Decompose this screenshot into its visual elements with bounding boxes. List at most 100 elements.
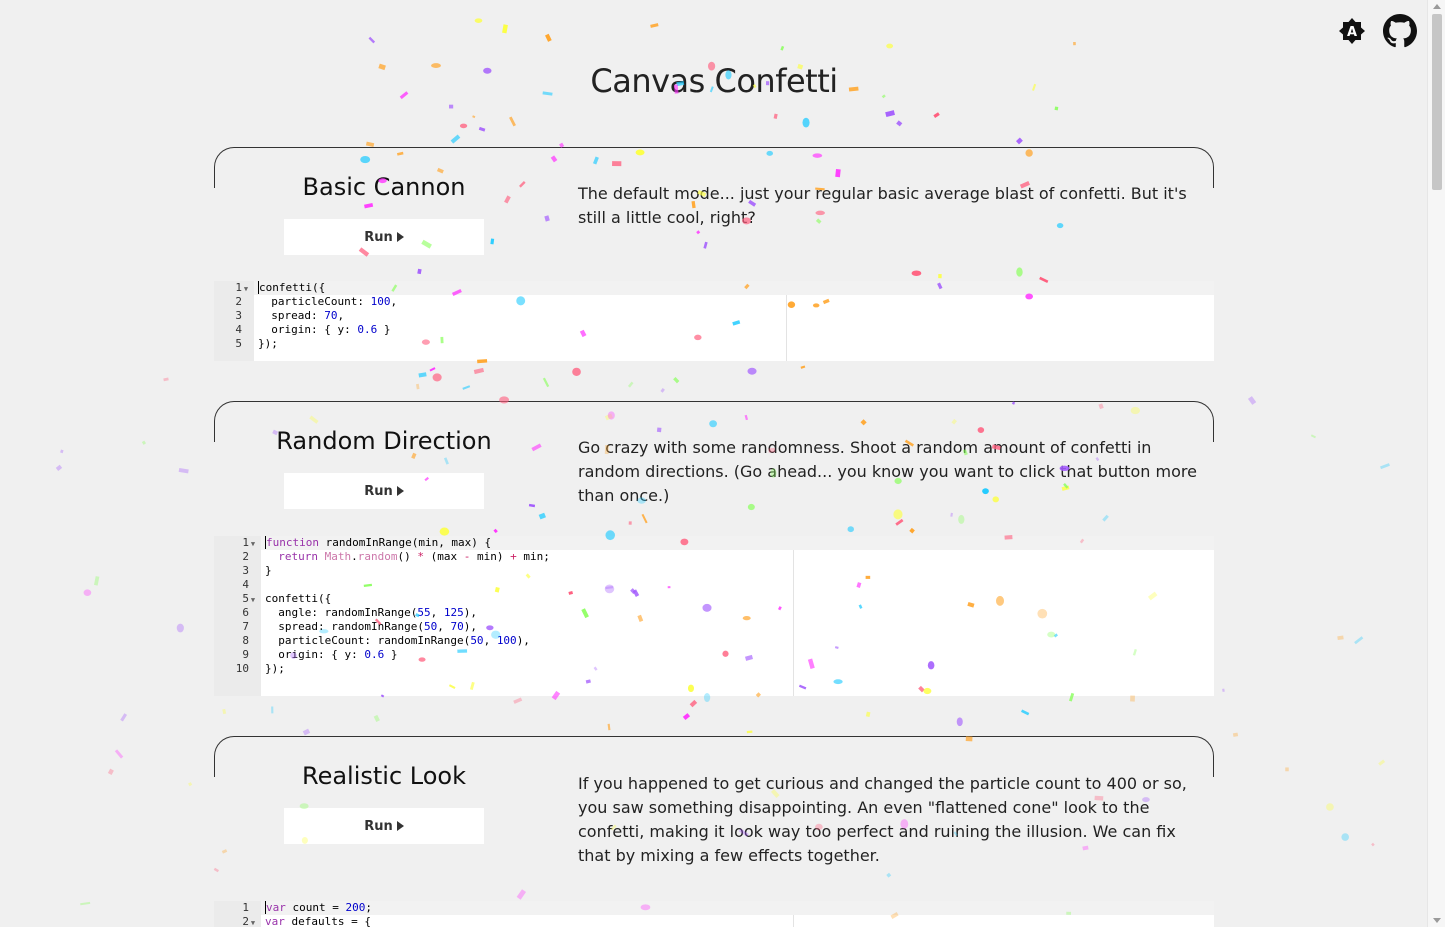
confetti-particle xyxy=(1247,396,1257,405)
confetti-particle xyxy=(696,230,701,235)
run-button-label: Run xyxy=(364,483,393,499)
confetti-particle xyxy=(1354,636,1364,645)
confetti-particle xyxy=(628,521,632,525)
confetti-particle xyxy=(641,513,648,524)
code-line: confetti({ xyxy=(265,592,332,605)
confetti-particle xyxy=(958,514,965,524)
scroll-up-arrow-icon[interactable] xyxy=(1433,4,1441,9)
confetti-particle xyxy=(516,889,527,900)
play-icon xyxy=(396,232,404,242)
confetti-particle xyxy=(650,23,659,28)
confetti-particle xyxy=(432,373,442,382)
code-line: }); xyxy=(265,662,285,675)
confetti-particle xyxy=(1102,514,1109,522)
line-gutter: 1 ▼ 2 3 4 5 xyxy=(214,281,254,361)
section-title: Basic Cannon xyxy=(302,173,466,201)
confetti-particle xyxy=(176,623,184,633)
code-editor[interactable]: 1 ▼ 2 3 4 5 confetti({ particleCount: 100, sp… xyxy=(214,281,1214,361)
confetti-particle xyxy=(747,367,757,375)
confetti-particle xyxy=(1285,767,1289,772)
code-line: } xyxy=(265,564,272,577)
confetti-particle xyxy=(572,367,581,376)
code-line: }); xyxy=(258,337,278,350)
confetti-particle xyxy=(607,723,611,731)
code-line: function randomInRange(min, max) { xyxy=(261,536,1214,550)
code-line: var count = 200; xyxy=(261,901,1214,915)
confetti-particle xyxy=(1130,695,1135,702)
scroll-down-arrow-icon[interactable] xyxy=(1433,918,1441,923)
theme-toggle-icon[interactable]: A xyxy=(1335,14,1369,48)
confetti-particle xyxy=(956,717,963,727)
confetti-particle xyxy=(780,45,785,51)
confetti-particle xyxy=(509,116,516,127)
confetti-particle xyxy=(1371,842,1375,847)
confetti-particle xyxy=(528,503,536,508)
confetti-particle xyxy=(107,768,114,775)
confetti-particle xyxy=(1020,709,1030,716)
confetti-particle xyxy=(55,464,63,471)
run-button[interactable]: Run xyxy=(284,219,484,255)
svg-text:A: A xyxy=(1347,25,1357,40)
confetti-particle xyxy=(545,33,552,42)
confetti-particle xyxy=(544,215,550,222)
run-button-label: Run xyxy=(364,229,393,245)
section-description: Go crazy with some randomness. Shoot a r… xyxy=(578,438,1197,505)
confetti-particle xyxy=(178,468,189,474)
confetti-particle xyxy=(493,528,498,534)
confetti-particle xyxy=(627,381,634,388)
confetti-particle xyxy=(213,867,220,873)
code-editor[interactable]: 1 2 ▼ var count = 200; var defaults = { xyxy=(214,901,1214,927)
confetti-particle xyxy=(1378,759,1386,766)
code-line: particleCount: 100, xyxy=(258,295,398,308)
confetti-particle xyxy=(472,115,476,119)
github-icon[interactable] xyxy=(1383,14,1417,48)
confetti-particle xyxy=(221,849,228,854)
confetti-particle xyxy=(443,457,449,465)
confetti-particle xyxy=(459,123,468,129)
code-editor[interactable]: 1 ▼ 2 3 4 5 ▼ 6 7 8 9 10 function randomInRange(min… xyxy=(214,536,1214,696)
confetti-particle xyxy=(473,367,485,375)
confetti-particle xyxy=(222,708,227,715)
header-icons: A xyxy=(1335,14,1417,48)
confetti-particle xyxy=(1380,463,1390,470)
confetti-particle xyxy=(449,104,454,109)
run-button[interactable]: Run xyxy=(284,808,484,844)
section-title: Realistic Look xyxy=(301,762,467,790)
scrollbar[interactable] xyxy=(1427,0,1445,927)
code-line: origin: { y: 0.6 } xyxy=(258,323,391,336)
confetti-particle xyxy=(368,36,376,44)
confetti-particle xyxy=(1016,267,1023,277)
run-button[interactable]: Run xyxy=(284,473,484,509)
confetti-particle xyxy=(909,527,915,534)
code-line: angle: randomInRange(55, 125), xyxy=(265,606,477,619)
section-description: If you happened to get curious and chang… xyxy=(578,774,1187,865)
scrollbar-thumb[interactable] xyxy=(1432,14,1442,190)
confetti-particle xyxy=(1232,732,1239,737)
confetti-particle xyxy=(703,241,708,249)
confetti-particle xyxy=(93,576,100,586)
confetti-particle xyxy=(302,728,311,736)
confetti-particle xyxy=(1222,688,1225,692)
section-title: Random Direction xyxy=(276,427,492,455)
confetti-particle xyxy=(439,527,450,536)
confetti-particle xyxy=(673,376,680,384)
confetti-particle xyxy=(1310,434,1316,439)
confetti-particle xyxy=(746,730,753,734)
confetti-particle xyxy=(418,372,427,378)
confetti-particle xyxy=(80,901,91,906)
confetti-particle xyxy=(660,388,665,393)
play-icon xyxy=(396,821,404,831)
line-gutter: 1 2 ▼ xyxy=(214,901,261,927)
confetti-particle xyxy=(490,238,495,245)
confetti-particle xyxy=(542,377,550,388)
confetti-particle xyxy=(141,440,147,445)
confetti-particle xyxy=(462,385,471,390)
code-line: spread: 70, xyxy=(258,309,345,322)
confetti-particle xyxy=(538,512,546,520)
confetti-particle xyxy=(895,518,904,526)
confetti-particle xyxy=(847,526,854,533)
confetti-particle xyxy=(1341,833,1350,841)
confetti-particle xyxy=(1326,803,1334,811)
page-title: Canvas Confetti xyxy=(590,62,838,100)
